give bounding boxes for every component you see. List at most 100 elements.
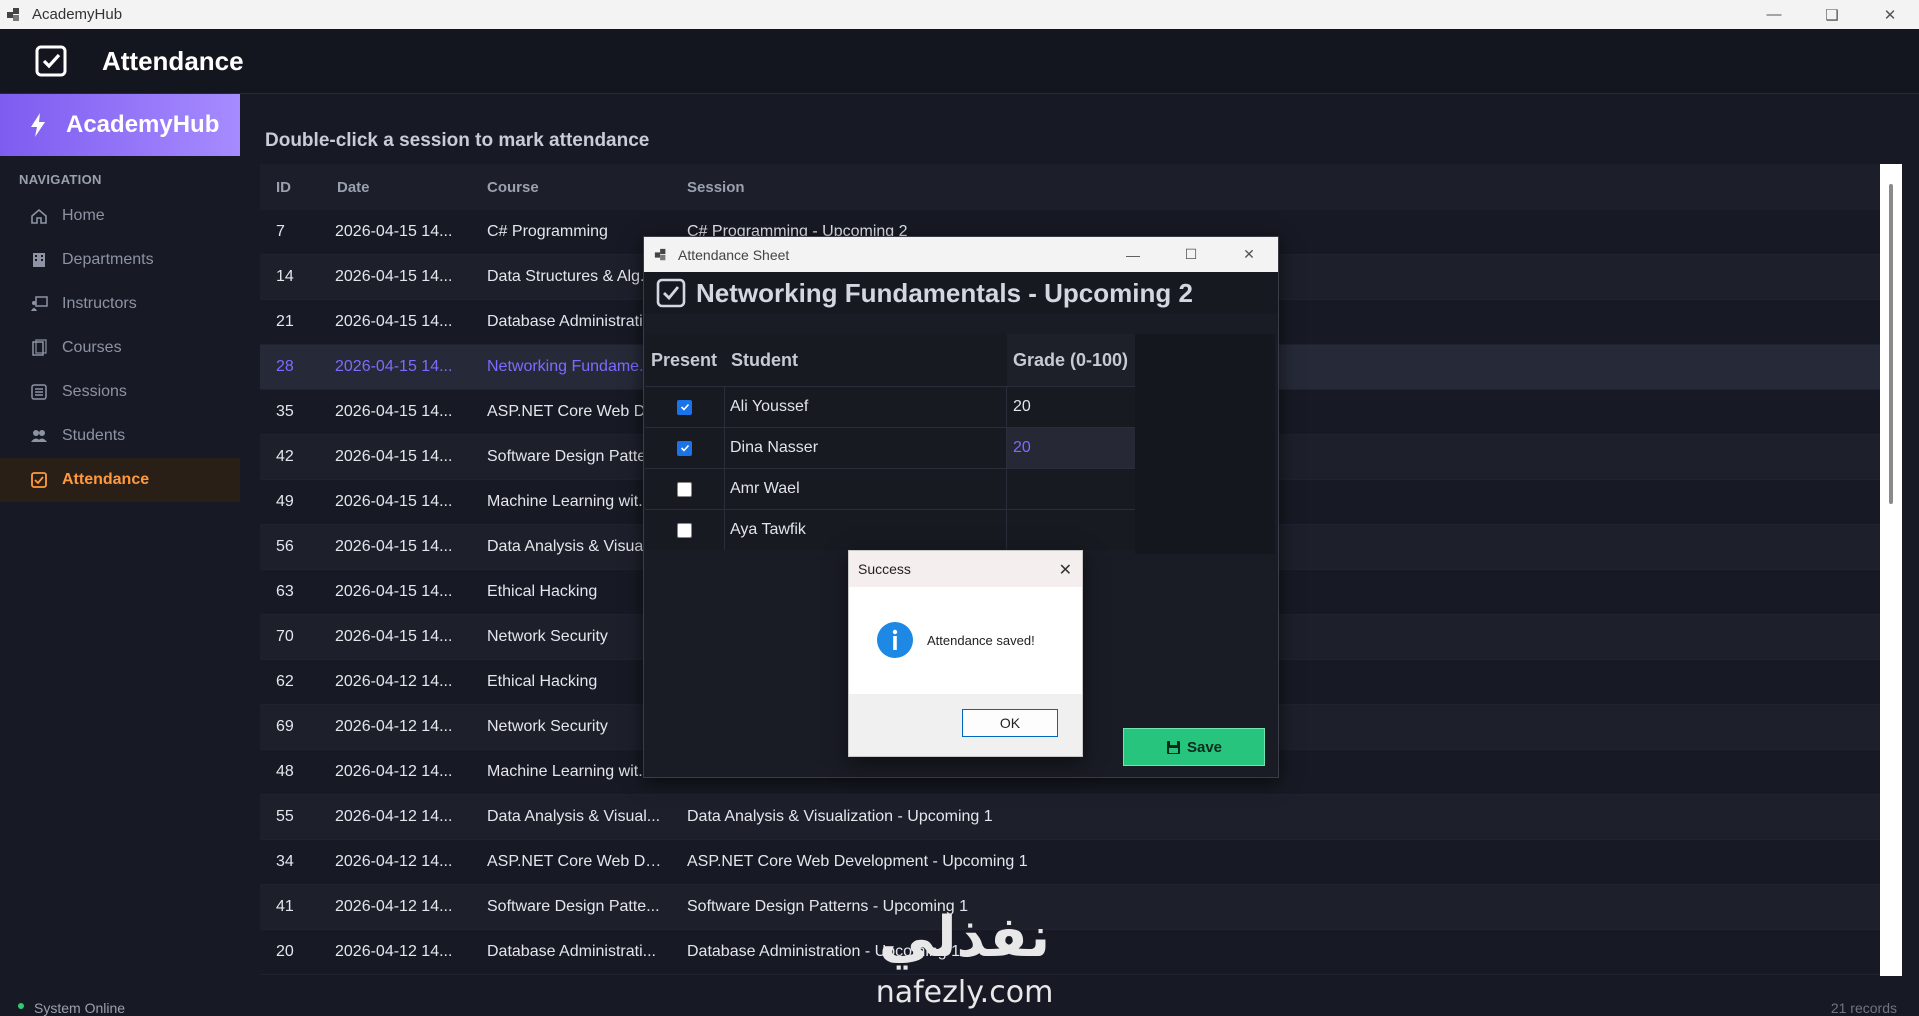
cell-date: 2026-04-15 14... bbox=[335, 448, 453, 465]
dialog-maximize-button[interactable]: ☐ bbox=[1162, 237, 1220, 272]
watermark-domain: nafezly.com bbox=[875, 975, 1054, 1010]
cell-course: Network Security bbox=[487, 628, 608, 645]
checkbox-icon bbox=[35, 45, 67, 77]
success-message-box: Success ✕ Attendance saved! OK bbox=[848, 550, 1083, 757]
present-cell bbox=[645, 469, 725, 509]
sidebar-item-label: Sessions bbox=[62, 383, 127, 400]
student-name: Dina Nasser bbox=[725, 428, 1007, 468]
cell-id: 21 bbox=[276, 313, 294, 330]
sidebar-item-label: Departments bbox=[62, 251, 154, 268]
list-icon bbox=[31, 384, 47, 400]
sidebar-item-label: Courses bbox=[62, 339, 122, 356]
dialog-close-button[interactable]: ✕ bbox=[1220, 237, 1278, 272]
cell-date: 2026-04-12 14... bbox=[335, 943, 453, 960]
sidebar-item-home[interactable]: Home bbox=[0, 194, 240, 238]
window-titlebar: AcademyHub — ❑ ✕ bbox=[0, 0, 1919, 29]
message-box-titlebar: Success ✕ bbox=[849, 551, 1082, 587]
sidebar: AcademyHub NAVIGATION Home Departments I… bbox=[0, 94, 240, 994]
attendance-grid-header: Present Student Grade (0-100) bbox=[645, 334, 1135, 386]
cell-session: Database Administration - Upcoming 1 bbox=[687, 943, 961, 960]
student-name: Ali Youssef bbox=[725, 387, 1007, 427]
cell-course: Database Administrati... bbox=[487, 943, 656, 960]
sidebar-item-courses[interactable]: Courses bbox=[0, 326, 240, 370]
present-checkbox[interactable] bbox=[677, 522, 692, 538]
column-header-present[interactable]: Present bbox=[645, 350, 725, 371]
grade-input[interactable] bbox=[1007, 510, 1135, 550]
cell-course: Data Analysis & Visual... bbox=[487, 538, 661, 555]
cell-id: 20 bbox=[276, 943, 294, 960]
attendance-grid: Present Student Grade (0-100) Ali Yousse… bbox=[645, 334, 1135, 550]
nav-list: Home Departments Instructors Courses Ses… bbox=[0, 194, 240, 502]
sheet-header: Networking Fundamentals - Upcoming 2 bbox=[644, 272, 1278, 314]
present-checkbox[interactable] bbox=[677, 399, 692, 415]
sidebar-item-departments[interactable]: Departments bbox=[0, 238, 240, 282]
restore-button[interactable]: ❑ bbox=[1803, 0, 1861, 29]
message-text: Attendance saved! bbox=[927, 633, 1035, 648]
student-row[interactable]: Ali Youssef 20 bbox=[645, 386, 1135, 427]
student-name: Aya Tawfik bbox=[725, 510, 1007, 550]
cell-id: 49 bbox=[276, 493, 294, 510]
student-row[interactable]: Amr Wael bbox=[645, 468, 1135, 509]
book-icon bbox=[32, 339, 47, 356]
cell-date: 2026-04-12 14... bbox=[335, 808, 453, 825]
app-icon bbox=[654, 248, 666, 260]
person-board-icon bbox=[31, 296, 48, 311]
column-header-date[interactable]: Date bbox=[315, 179, 465, 196]
cell-id: 55 bbox=[276, 808, 294, 825]
save-button[interactable]: Save bbox=[1123, 728, 1265, 766]
message-box-footer: OK bbox=[849, 694, 1082, 756]
grid-empty-area bbox=[1135, 334, 1275, 554]
present-cell bbox=[645, 428, 725, 468]
cell-course: Software Design Patte... bbox=[487, 898, 660, 915]
checkmark-icon bbox=[680, 444, 689, 452]
column-header-grade[interactable]: Grade (0-100) bbox=[1007, 334, 1135, 386]
sidebar-item-attendance[interactable]: Attendance bbox=[0, 458, 240, 502]
column-header-student[interactable]: Student bbox=[725, 350, 1007, 371]
student-row[interactable]: Aya Tawfik bbox=[645, 509, 1135, 550]
cell-date: 2026-04-12 14... bbox=[335, 763, 453, 780]
cell-date: 2026-04-15 14... bbox=[335, 223, 453, 240]
sidebar-item-students[interactable]: Students bbox=[0, 414, 240, 458]
close-icon[interactable]: ✕ bbox=[1059, 560, 1072, 580]
minimize-button[interactable]: — bbox=[1745, 0, 1803, 29]
cell-id: 7 bbox=[276, 223, 285, 240]
cell-id: 70 bbox=[276, 628, 294, 645]
present-cell bbox=[645, 387, 725, 427]
table-row[interactable]: 34 2026-04-12 14... ASP.NET Core Web De...… bbox=[260, 840, 1880, 885]
cell-session: Data Analysis & Visualization - Upcoming… bbox=[687, 808, 993, 825]
dialog-title: Attendance Sheet bbox=[678, 246, 790, 263]
dialog-minimize-button[interactable]: — bbox=[1104, 237, 1162, 272]
column-header-course[interactable]: Course bbox=[465, 179, 665, 196]
building-icon bbox=[33, 253, 45, 267]
grade-input[interactable] bbox=[1007, 469, 1135, 509]
grade-input[interactable]: 20 bbox=[1007, 428, 1135, 468]
scrollbar-thumb[interactable] bbox=[1889, 184, 1893, 504]
vertical-scrollbar[interactable] bbox=[1880, 164, 1902, 976]
sidebar-item-label: Attendance bbox=[62, 471, 150, 488]
cell-date: 2026-04-15 14... bbox=[335, 403, 453, 420]
cell-id: 69 bbox=[276, 718, 294, 735]
nav-section-label: NAVIGATION bbox=[19, 172, 102, 187]
cell-session: Software Design Patterns - Upcoming 1 bbox=[687, 898, 969, 915]
bolt-icon bbox=[31, 113, 45, 137]
grade-input[interactable]: 20 bbox=[1007, 387, 1135, 427]
info-icon bbox=[877, 622, 913, 658]
ok-button[interactable]: OK bbox=[962, 709, 1058, 737]
sidebar-item-instructors[interactable]: Instructors bbox=[0, 282, 240, 326]
home-icon bbox=[31, 208, 47, 224]
column-header-id[interactable]: ID bbox=[260, 179, 315, 196]
column-header-session[interactable]: Session bbox=[665, 179, 1880, 196]
close-button[interactable]: ✕ bbox=[1861, 0, 1919, 29]
cell-course: ASP.NET Core Web De... bbox=[487, 853, 665, 870]
brand-banner[interactable]: AcademyHub bbox=[0, 94, 240, 156]
checkbox-icon bbox=[31, 472, 47, 488]
cell-id: 42 bbox=[276, 448, 294, 465]
sidebar-item-sessions[interactable]: Sessions bbox=[0, 370, 240, 414]
student-name: Amr Wael bbox=[725, 469, 1007, 509]
present-checkbox[interactable] bbox=[677, 440, 692, 456]
student-row[interactable]: Dina Nasser 20 bbox=[645, 427, 1135, 468]
present-checkbox[interactable] bbox=[677, 481, 692, 497]
cell-id: 35 bbox=[276, 403, 294, 420]
table-row[interactable]: 55 2026-04-12 14... Data Analysis & Visual… bbox=[260, 795, 1880, 840]
cell-course: Data Structures & Alg... bbox=[487, 268, 654, 285]
